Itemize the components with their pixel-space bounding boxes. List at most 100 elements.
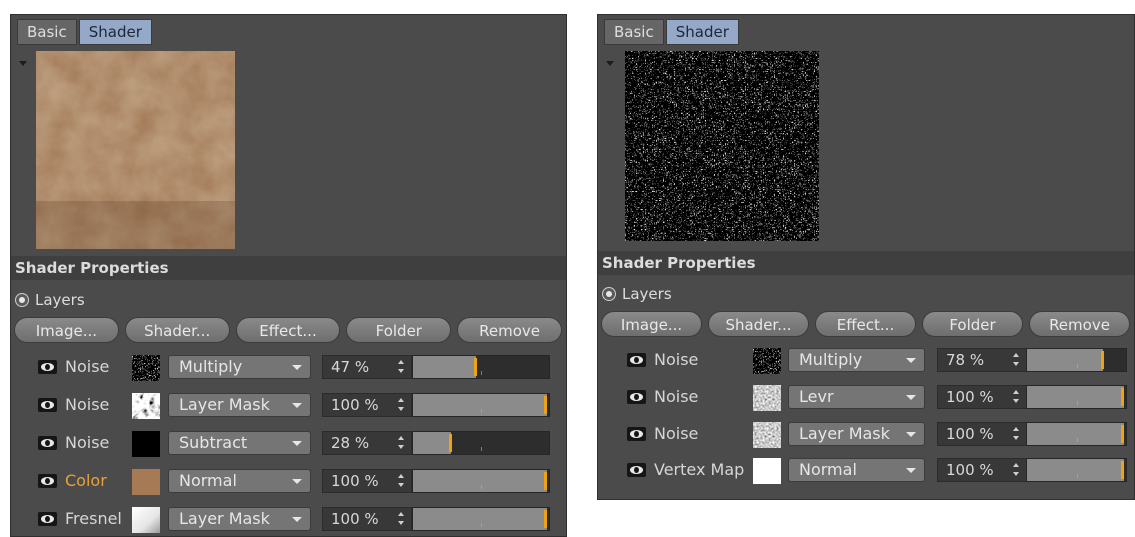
- chevron-down-icon: [906, 395, 916, 400]
- layer-row[interactable]: Noise Multiply 78 %: [598, 347, 1134, 375]
- section-header-shader-properties[interactable]: Shader Properties: [11, 256, 566, 280]
- tab-shader[interactable]: Shader: [78, 19, 152, 45]
- eye-icon[interactable]: [627, 463, 646, 477]
- blend-mode-dropdown[interactable]: Subtract: [168, 431, 311, 455]
- slider-handle[interactable]: [1101, 351, 1104, 369]
- opacity-slider[interactable]: [1026, 458, 1127, 482]
- spinner-icon[interactable]: [1013, 427, 1019, 440]
- collapse-triangle-icon[interactable]: [19, 61, 27, 66]
- radio-icon[interactable]: [15, 293, 29, 307]
- spinner-icon[interactable]: [1013, 463, 1019, 476]
- blend-mode-value: Multiply: [179, 357, 243, 376]
- blend-mode-dropdown[interactable]: Multiply: [168, 355, 311, 379]
- layer-name: Noise: [65, 357, 110, 376]
- effect-button[interactable]: Effect...: [235, 317, 341, 343]
- layer-row[interactable]: Color Normal 100 %: [11, 468, 566, 496]
- layer-row[interactable]: Fresnel Layer Mask 100 %: [11, 506, 566, 534]
- slider-handle[interactable]: [1121, 461, 1124, 479]
- layer-name: Fresnel: [65, 509, 122, 528]
- slider-handle[interactable]: [544, 396, 547, 414]
- layer-row[interactable]: Noise Subtract 28 %: [11, 430, 566, 458]
- layer-row[interactable]: Noise Layer Mask 100 %: [11, 392, 566, 420]
- opacity-slider[interactable]: [412, 431, 550, 455]
- slider-handle[interactable]: [1121, 388, 1124, 406]
- chevron-down-icon: [906, 432, 916, 437]
- eye-icon[interactable]: [627, 390, 646, 404]
- image-button[interactable]: Image...: [601, 311, 702, 337]
- opacity-slider[interactable]: [1026, 422, 1127, 446]
- opacity-field[interactable]: 100 %: [937, 385, 1027, 409]
- color-swatch[interactable]: [753, 458, 781, 484]
- opacity-field[interactable]: 28 %: [322, 431, 412, 455]
- spinner-icon[interactable]: [398, 474, 404, 487]
- layers-option[interactable]: Layers: [15, 289, 85, 311]
- spinner-icon[interactable]: [398, 360, 404, 373]
- eye-icon[interactable]: [627, 353, 646, 367]
- image-button[interactable]: Image...: [14, 317, 119, 343]
- spinner-icon[interactable]: [398, 436, 404, 449]
- slider-handle[interactable]: [544, 472, 547, 490]
- tab-basic[interactable]: Basic: [604, 19, 664, 45]
- slider-handle[interactable]: [1121, 425, 1124, 443]
- layer-row[interactable]: Noise Multiply 47 %: [11, 354, 566, 382]
- blend-mode-value: Subtract: [179, 433, 248, 452]
- opacity-slider[interactable]: [412, 507, 550, 531]
- eye-icon[interactable]: [38, 398, 57, 412]
- layer-row[interactable]: Vertex Map Normal 100 %: [598, 457, 1134, 485]
- folder-button[interactable]: Folder: [346, 317, 452, 343]
- effect-button[interactable]: Effect...: [815, 311, 916, 337]
- opacity-field[interactable]: 100 %: [937, 422, 1027, 446]
- shader-button[interactable]: Shader...: [708, 311, 809, 337]
- opacity-field[interactable]: 100 %: [322, 469, 412, 493]
- blend-mode-value: Levr: [799, 387, 834, 406]
- layer-row[interactable]: Noise Layer Mask 100 %: [598, 421, 1134, 449]
- blend-mode-dropdown[interactable]: Normal: [788, 458, 925, 482]
- blend-mode-dropdown[interactable]: Multiply: [788, 348, 925, 372]
- remove-button[interactable]: Remove: [457, 317, 562, 343]
- tab-shader[interactable]: Shader: [665, 19, 739, 45]
- eye-icon[interactable]: [38, 436, 57, 450]
- blend-mode-dropdown[interactable]: Layer Mask: [168, 393, 311, 417]
- slider-handle[interactable]: [474, 358, 477, 376]
- layer-name: Color: [65, 471, 107, 490]
- blend-mode-dropdown[interactable]: Levr: [788, 385, 925, 409]
- opacity-field[interactable]: 100 %: [322, 393, 412, 417]
- opacity-slider[interactable]: [1026, 385, 1127, 409]
- spinner-icon[interactable]: [398, 512, 404, 525]
- opacity-value: 47 %: [331, 358, 370, 376]
- spinner-icon[interactable]: [398, 398, 404, 411]
- blend-mode-dropdown[interactable]: Layer Mask: [788, 422, 925, 446]
- eye-icon[interactable]: [627, 427, 646, 441]
- eye-icon[interactable]: [38, 474, 57, 488]
- layer-name: Noise: [654, 387, 699, 406]
- radio-icon[interactable]: [602, 287, 616, 301]
- eye-icon[interactable]: [38, 512, 57, 526]
- remove-button[interactable]: Remove: [1029, 311, 1130, 337]
- spinner-icon[interactable]: [1013, 353, 1019, 366]
- slider-handle[interactable]: [544, 510, 547, 528]
- tab-basic[interactable]: Basic: [17, 19, 77, 45]
- shader-button[interactable]: Shader...: [124, 317, 230, 343]
- opacity-slider[interactable]: [412, 355, 550, 379]
- chevron-down-icon: [906, 468, 916, 473]
- opacity-field[interactable]: 78 %: [937, 348, 1027, 372]
- color-swatch[interactable]: [132, 469, 160, 495]
- opacity-slider[interactable]: [1026, 348, 1127, 372]
- layer-row[interactable]: Noise Levr 100 %: [598, 384, 1134, 412]
- blend-mode-dropdown[interactable]: Normal: [168, 469, 311, 493]
- spinner-icon[interactable]: [1013, 390, 1019, 403]
- opacity-field[interactable]: 47 %: [322, 355, 412, 379]
- opacity-field[interactable]: 100 %: [937, 458, 1027, 482]
- collapse-triangle-icon[interactable]: [606, 61, 614, 66]
- opacity-value: 100 %: [331, 472, 379, 490]
- opacity-slider[interactable]: [412, 393, 550, 417]
- slider-handle[interactable]: [449, 434, 452, 452]
- folder-button[interactable]: Folder: [922, 311, 1023, 337]
- blend-mode-value: Layer Mask: [799, 424, 890, 443]
- opacity-field[interactable]: 100 %: [322, 507, 412, 531]
- eye-icon[interactable]: [38, 360, 57, 374]
- layers-option[interactable]: Layers: [602, 283, 672, 305]
- blend-mode-dropdown[interactable]: Layer Mask: [168, 507, 311, 531]
- section-header-shader-properties[interactable]: Shader Properties: [598, 251, 1134, 275]
- opacity-slider[interactable]: [412, 469, 550, 493]
